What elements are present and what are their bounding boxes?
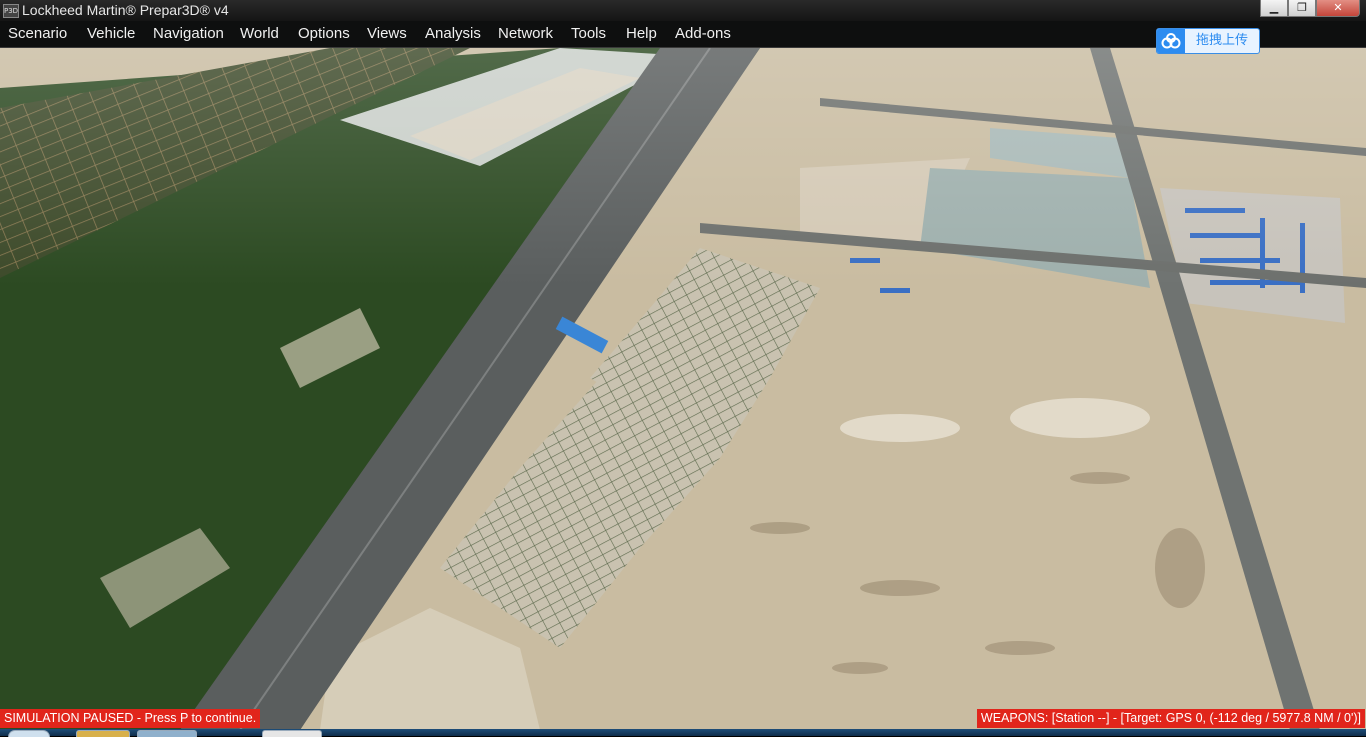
minimize-button[interactable]: ▁ xyxy=(1260,0,1288,17)
aerial-terrain xyxy=(0,48,1366,730)
menu-network[interactable]: Network xyxy=(498,25,553,43)
menu-scenario[interactable]: Scenario xyxy=(8,25,67,43)
window-controls: ▁ ❐ ✕ xyxy=(1260,0,1360,18)
menu-world[interactable]: World xyxy=(240,25,279,43)
upload-button[interactable]: 拖拽上传 xyxy=(1156,28,1260,54)
title-bar: P3D Lockheed Martin® Prepar3D® v4 ▁ ❐ ✕ xyxy=(0,0,1366,21)
menu-addons[interactable]: Add-ons xyxy=(675,25,731,43)
upload-label: 拖拽上传 xyxy=(1195,33,1248,48)
menu-help[interactable]: Help xyxy=(626,25,657,43)
cloud-icon xyxy=(1157,29,1185,53)
scenery-viewport[interactable] xyxy=(0,48,1366,730)
menu-tools[interactable]: Tools xyxy=(571,25,606,43)
taskbar xyxy=(0,729,1366,736)
menu-vehicle[interactable]: Vehicle xyxy=(87,25,135,43)
menu-navigation[interactable]: Navigation xyxy=(153,25,224,43)
weapons-status-message: WEAPONS: [Station --] - [Target: GPS 0, … xyxy=(976,709,1365,728)
window-title: Lockheed Martin® Prepar3D® v4 xyxy=(22,2,229,18)
app-icon: P3D xyxy=(3,4,19,18)
menu-options[interactable]: Options xyxy=(298,25,350,43)
maximize-button[interactable]: ❐ xyxy=(1288,0,1316,17)
menu-analysis[interactable]: Analysis xyxy=(425,25,481,43)
simulation-paused-message: SIMULATION PAUSED - Press P to continue. xyxy=(0,709,261,728)
menu-views[interactable]: Views xyxy=(367,25,407,43)
close-button[interactable]: ✕ xyxy=(1316,0,1360,17)
